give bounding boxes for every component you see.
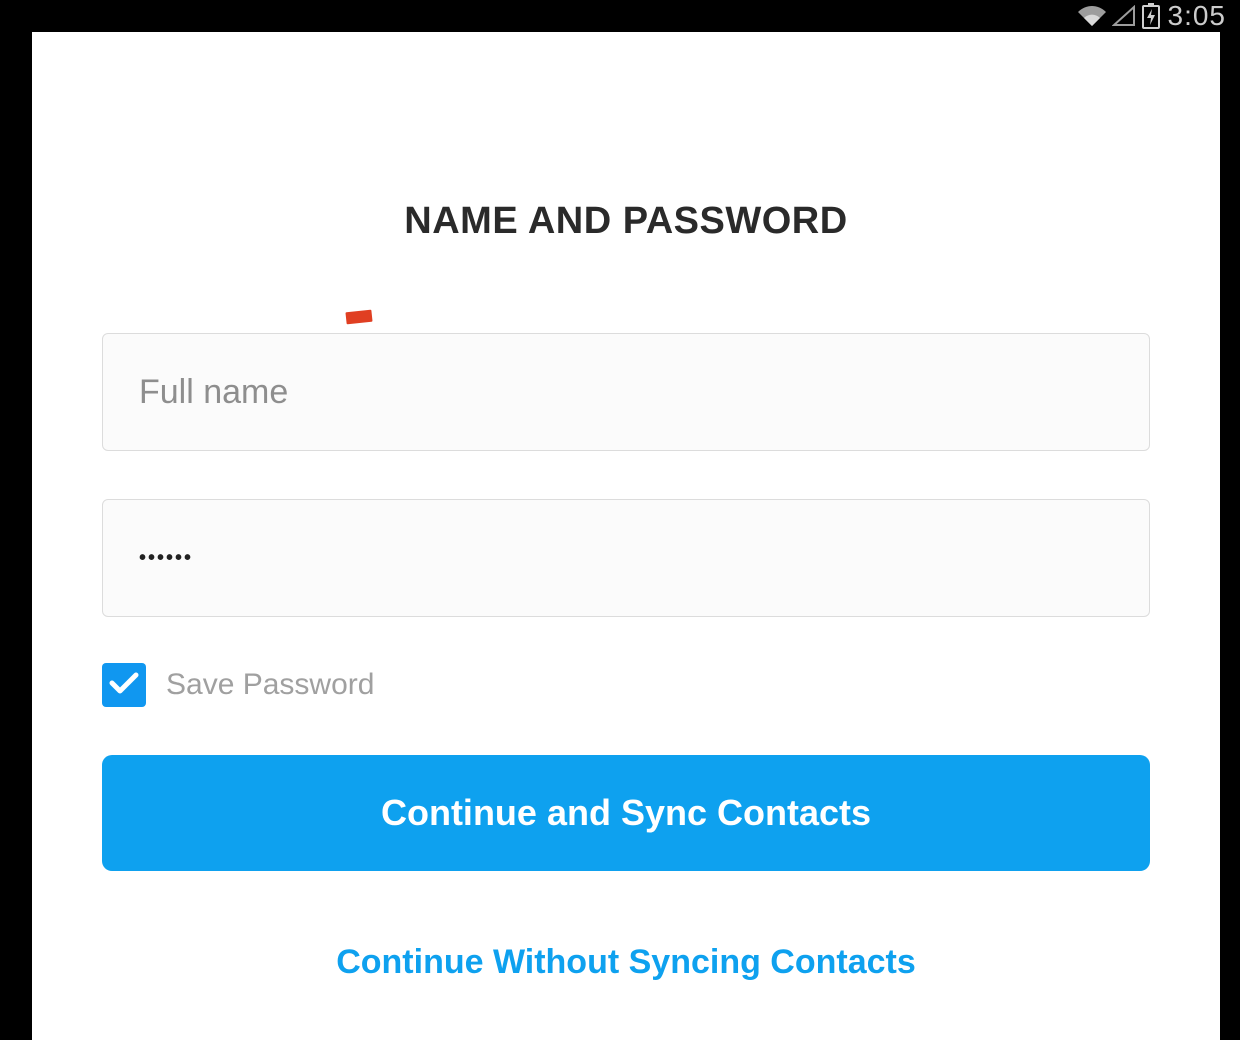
status-time: 3:05	[1168, 0, 1227, 32]
scrollbar[interactable]	[1220, 32, 1226, 1040]
status-bar: 3:05	[0, 0, 1240, 32]
primary-button-label: Continue and Sync Contacts	[381, 792, 871, 834]
full-name-input[interactable]	[102, 333, 1150, 451]
password-input[interactable]	[102, 499, 1150, 617]
save-password-checkbox[interactable]	[102, 663, 146, 707]
check-icon	[109, 671, 139, 700]
annotation-mark	[345, 310, 372, 325]
cell-signal-icon	[1112, 5, 1136, 27]
battery-charging-icon	[1142, 3, 1160, 29]
page-title: NAME AND PASSWORD	[102, 200, 1150, 243]
save-password-label: Save Password	[166, 668, 374, 702]
secondary-button-label: Continue Without Syncing Contacts	[336, 943, 916, 982]
continue-sync-button[interactable]: Continue and Sync Contacts	[102, 755, 1150, 871]
page-content: NAME AND PASSWORD Save Password Continu	[32, 32, 1220, 1040]
wifi-icon	[1078, 6, 1106, 26]
continue-without-sync-button[interactable]: Continue Without Syncing Contacts	[102, 943, 1150, 982]
